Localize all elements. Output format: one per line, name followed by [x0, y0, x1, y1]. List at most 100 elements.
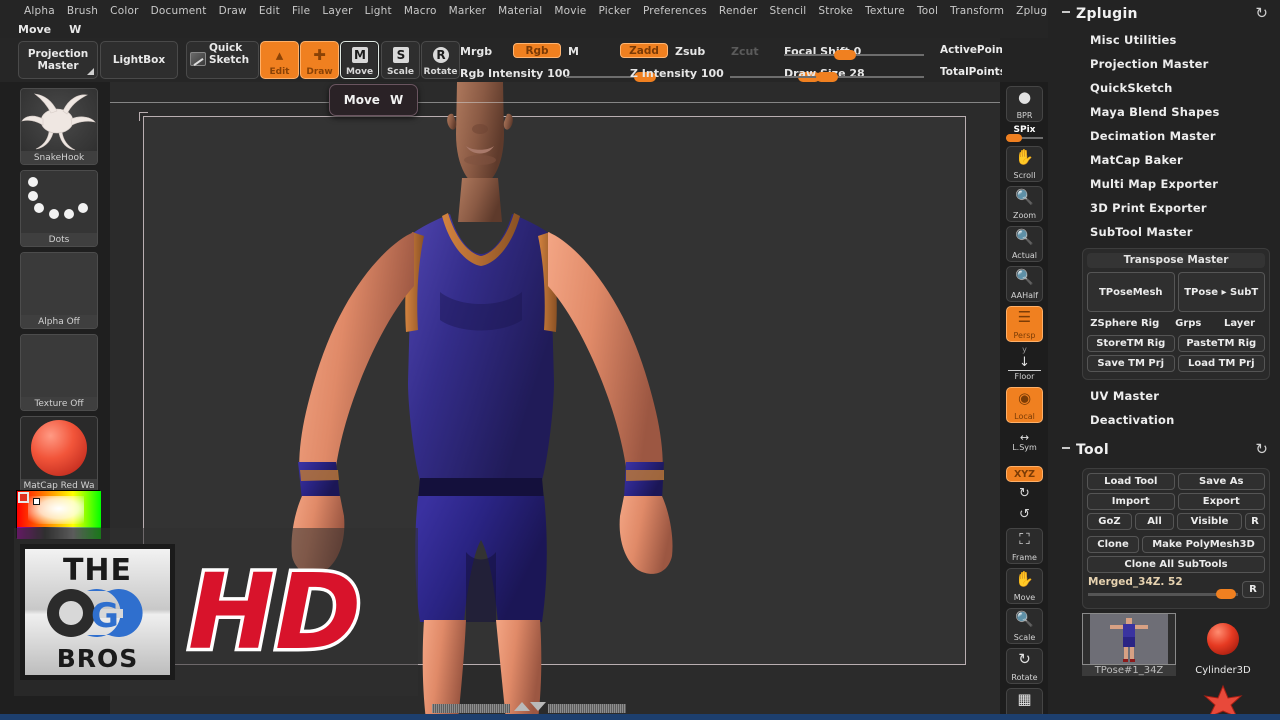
canvas-scroll-left[interactable] — [432, 704, 510, 713]
zplugin-item-misc-utilities[interactable]: Misc Utilities — [1048, 28, 1280, 52]
merged-tool-slider-row[interactable]: Merged_34Z. 52 R — [1088, 576, 1264, 602]
rgb-button[interactable]: Rgb — [513, 43, 561, 58]
zplugin-item-projection-master[interactable]: Projection Master — [1048, 52, 1280, 76]
menu-item-macro[interactable]: Macro — [398, 5, 443, 17]
tool-palette-header[interactable]: Tool ↻ — [1048, 436, 1280, 464]
scroll-button[interactable]: ✋ Scroll — [1006, 146, 1043, 182]
zplugin-item-multi-map-exporter[interactable]: Multi Map Exporter — [1048, 172, 1280, 196]
merged-r-button[interactable]: R — [1242, 581, 1264, 598]
tool-item-cylinder3d[interactable]: Cylinder3D — [1176, 613, 1270, 678]
menu-item-document[interactable]: Document — [145, 5, 213, 17]
zsphere-rig-button[interactable]: ZSphere Rig — [1087, 315, 1162, 332]
menu-item-movie[interactable]: Movie — [548, 5, 592, 17]
grps-button[interactable]: Grps — [1165, 315, 1211, 332]
local-button[interactable]: ◉ Local — [1006, 387, 1043, 423]
menu-item-tool[interactable]: Tool — [911, 5, 944, 17]
menu-item-file[interactable]: File — [286, 5, 316, 17]
zplugin-item-decimation-master[interactable]: Decimation Master — [1048, 124, 1280, 148]
tool-refresh-icon[interactable]: ↻ — [1255, 440, 1268, 458]
brush-selector[interactable]: SnakeHook — [20, 88, 98, 165]
zplugin-item-maya-blend-shapes[interactable]: Maya Blend Shapes — [1048, 100, 1280, 124]
zadd-button[interactable]: Zadd — [620, 43, 668, 58]
layer-button[interactable]: Layer — [1214, 315, 1265, 332]
actual-button[interactable]: 🔍 Actual — [1006, 226, 1043, 262]
export-button[interactable]: Export — [1177, 493, 1265, 510]
menu-item-marker[interactable]: Marker — [443, 5, 493, 17]
menu-item-layer[interactable]: Layer — [316, 5, 358, 17]
alpha-selector[interactable]: Alpha Off — [20, 252, 98, 329]
texture-selector[interactable]: Texture Off — [20, 334, 98, 411]
quick-sketch-button[interactable]: Quick Sketch — [186, 41, 259, 79]
clone-button[interactable]: Clone — [1087, 536, 1140, 553]
scroll-down-arrow-icon[interactable] — [530, 702, 546, 711]
menu-item-stroke[interactable]: Stroke — [812, 5, 859, 17]
menu-item-alpha[interactable]: Alpha — [18, 5, 61, 17]
menu-item-render[interactable]: Render — [713, 5, 764, 17]
tpose-subt-button[interactable]: TPose ▸ SubT — [1177, 272, 1265, 312]
mrgb-button[interactable]: Mrgb — [460, 45, 492, 58]
draw-mode-button[interactable]: ✚ Draw — [300, 41, 339, 79]
frame-button[interactable]: ⛶ Frame — [1006, 528, 1043, 564]
material-selector[interactable]: MatCap Red Wa — [20, 416, 98, 493]
refresh-icon[interactable]: ↻ — [1255, 4, 1268, 22]
visible-r-button[interactable]: R — [1245, 513, 1266, 530]
menu-item-edit[interactable]: Edit — [253, 5, 286, 17]
goz-button[interactable]: GoZ — [1087, 513, 1132, 530]
tposemesh-button[interactable]: TPoseMesh — [1087, 272, 1175, 312]
import-button[interactable]: Import — [1087, 493, 1175, 510]
draw-size-slider[interactable] — [784, 72, 924, 82]
collapse-icon[interactable] — [1062, 11, 1070, 13]
menu-item-light[interactable]: Light — [359, 5, 398, 17]
persp-button[interactable]: ☰ Persp — [1006, 306, 1043, 342]
menu-item-material[interactable]: Material — [492, 5, 548, 17]
scroll-up-arrow-icon[interactable] — [514, 702, 530, 711]
save-tm-prj-button[interactable]: Save TM Prj — [1087, 355, 1175, 372]
rotate-mode-button[interactable]: R Rotate — [421, 41, 460, 79]
rotate-nav-button[interactable]: ↻ Rotate — [1006, 648, 1043, 684]
rotate-y-button[interactable]: ↻ — [1006, 486, 1043, 501]
zplugin-item-uv-master[interactable]: UV Master — [1048, 384, 1280, 408]
menu-item-brush[interactable]: Brush — [61, 5, 104, 17]
menu-item-stencil[interactable]: Stencil — [764, 5, 813, 17]
focal-shift-knob[interactable] — [834, 50, 856, 60]
zcut-button[interactable]: Zcut — [731, 45, 759, 58]
load-tm-prj-button[interactable]: Load TM Prj — [1177, 355, 1265, 372]
menu-item-transform[interactable]: Transform — [944, 5, 1010, 17]
floor-button[interactable]: ↓ Floor — [1006, 356, 1043, 381]
xyz-button[interactable]: XYZ — [1006, 466, 1043, 482]
lsym-button[interactable]: ↔ L.Sym — [1006, 432, 1043, 452]
lightbox-button[interactable]: LightBox — [100, 41, 178, 79]
zplugin-item-quicksketch[interactable]: QuickSketch — [1048, 76, 1280, 100]
canvas-scroll-right[interactable] — [548, 704, 626, 713]
zplugin-item-matcap-baker[interactable]: MatCap Baker — [1048, 148, 1280, 172]
draw-size-knob[interactable] — [816, 72, 838, 82]
scale-nav-button[interactable]: 🔍 Scale — [1006, 608, 1043, 644]
menu-item-color[interactable]: Color — [104, 5, 144, 17]
aahalf-button[interactable]: 🔍 AAHalf — [1006, 266, 1043, 302]
spix-slider-icon[interactable] — [1006, 134, 1043, 142]
save-as-button[interactable]: Save As — [1177, 473, 1265, 490]
menu-item-draw[interactable]: Draw — [213, 5, 253, 17]
focal-shift-slider[interactable] — [784, 50, 924, 60]
edit-mode-button[interactable]: ▴ Edit — [260, 41, 299, 79]
paste-tm-rig-button[interactable]: PasteTM Rig — [1177, 335, 1265, 352]
rotate-z-button[interactable]: ↺ — [1006, 507, 1043, 522]
current-color-swatch[interactable] — [18, 492, 29, 503]
zsub-button[interactable]: Zsub — [675, 45, 705, 58]
store-tm-rig-button[interactable]: StoreTM Rig — [1087, 335, 1175, 352]
zplugin-item-3d-print-exporter[interactable]: 3D Print Exporter — [1048, 196, 1280, 220]
menu-item-picker[interactable]: Picker — [592, 5, 636, 17]
menu-item-texture[interactable]: Texture — [859, 5, 911, 17]
move-mode-button[interactable]: M Move — [340, 41, 379, 79]
make-polymesh3d-button[interactable]: Make PolyMesh3D — [1142, 536, 1265, 553]
merged-tool-knob[interactable] — [1216, 589, 1236, 599]
zplugin-item-deactivation[interactable]: Deactivation — [1048, 408, 1280, 432]
menu-item-preferences[interactable]: Preferences — [637, 5, 713, 17]
load-tool-button[interactable]: Load Tool — [1087, 473, 1175, 490]
projection-master-button[interactable]: Projection Master — [18, 41, 98, 79]
zoom-button[interactable]: 🔍 Zoom — [1006, 186, 1043, 222]
zplugin-palette-header[interactable]: Zplugin ↻ — [1048, 0, 1280, 28]
visible-button[interactable]: Visible — [1177, 513, 1243, 530]
bpr-button[interactable]: ● BPR — [1006, 86, 1043, 122]
stroke-selector[interactable]: Dots — [20, 170, 98, 247]
